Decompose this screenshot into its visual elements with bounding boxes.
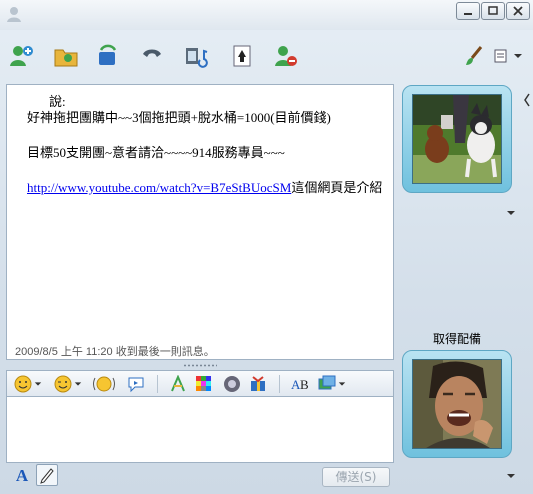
contact-picture-menu-icon[interactable] [507, 211, 515, 215]
toolbar-separator [157, 375, 158, 393]
snapshot-icon [318, 375, 336, 390]
games-icon [233, 45, 251, 67]
dogs-photo [413, 95, 501, 183]
my-photo [412, 359, 502, 449]
link-suffix: 這個網頁是介紹 [291, 180, 383, 195]
contact-photo [412, 94, 502, 184]
background-button[interactable] [193, 374, 215, 394]
wink-button[interactable] [53, 374, 83, 394]
text-mode-icon: A [15, 466, 29, 485]
my-picture-menu-icon[interactable] [507, 474, 515, 478]
close-button[interactable] [506, 2, 530, 20]
chevron-down-icon [513, 54, 522, 58]
font-button[interactable] [167, 374, 189, 394]
invite-contact-button[interactable] [8, 42, 36, 70]
voice-call-icon [143, 49, 161, 57]
title-bar [0, 0, 533, 30]
show-menu-button[interactable] [490, 42, 524, 70]
message-line: http://www.youtube.com/watch?v=B7eStBUoc… [27, 177, 382, 196]
close-icon [513, 6, 523, 16]
message-line: 好神拖把團購中~~3個拖把頭+脫水桶=1000(目前價錢) [27, 110, 331, 125]
format-toolbar: AB [6, 370, 394, 397]
emoticon-icon [14, 375, 32, 393]
text-mode-button[interactable]: A [12, 466, 32, 486]
handwriting-mode-button[interactable] [36, 464, 58, 486]
block-contact-icon [275, 46, 297, 66]
video-call-icon [99, 44, 117, 65]
invite-contact-icon [10, 46, 33, 66]
sound-button[interactable] [221, 374, 243, 394]
voice-clip-button[interactable] [125, 374, 147, 394]
message-input[interactable] [6, 397, 394, 463]
nudge-icon [93, 376, 115, 392]
splitter-grip[interactable] [183, 364, 217, 367]
block-contact-button[interactable] [272, 42, 300, 70]
translate-icon: AB [291, 377, 309, 392]
emoticon-button[interactable] [13, 374, 43, 394]
my-display-picture[interactable] [402, 350, 512, 458]
collapse-panel-button[interactable] [521, 88, 533, 112]
chevron-down-icon [338, 382, 346, 386]
font-icon [171, 375, 185, 392]
chevron-left-icon [524, 93, 530, 107]
messenger-buddy-icon [7, 7, 21, 22]
share-files-button[interactable] [52, 42, 80, 70]
pencil-icon [40, 468, 54, 484]
theme-button[interactable] [460, 42, 488, 70]
activities-button[interactable] [182, 42, 210, 70]
minimize-icon [464, 13, 472, 15]
chevron-down-icon [74, 382, 82, 386]
last-message-status: 2009/8/5 上午 11:20 收到最後一則訊息。 [15, 346, 215, 358]
nudge-button[interactable] [91, 374, 117, 394]
svg-text:B: B [300, 377, 309, 392]
man-face-photo [413, 360, 501, 448]
send-button[interactable]: 傳送(S) [322, 467, 390, 487]
paint-brush-icon [466, 46, 483, 65]
contact-display-picture[interactable] [402, 85, 512, 193]
games-button[interactable] [228, 42, 256, 70]
show-menu-icon [494, 49, 506, 63]
maximize-button[interactable] [481, 2, 505, 20]
conversation-history[interactable]: 說: 好神拖把團購中~~3個拖把頭+脫水桶=1000(目前價錢) 目標50支開團… [6, 84, 394, 360]
share-files-icon [54, 49, 78, 67]
main-toolbar [0, 32, 533, 80]
chevron-down-icon [34, 382, 42, 386]
wink-icon [54, 375, 72, 393]
sound-icon [224, 376, 240, 392]
gift-button[interactable] [247, 374, 269, 394]
self-picture-caption: 取得配備 [432, 332, 481, 346]
activities-icon [186, 48, 208, 68]
voice-call-button[interactable] [138, 42, 166, 70]
message-line: 目標50支開團~意者請洽~~~~914服務專員~~~ [27, 145, 285, 160]
toolbar-separator [279, 375, 280, 393]
maximize-icon [488, 6, 498, 15]
voice-clip-icon [128, 377, 144, 393]
minimize-button[interactable] [456, 2, 480, 20]
youtube-link[interactable]: http://www.youtube.com/watch?v=B7eStBUoc… [27, 180, 291, 195]
translate-button[interactable]: AB [289, 374, 313, 394]
background-icon [196, 376, 211, 391]
snapshot-button[interactable] [317, 374, 347, 394]
gift-icon [251, 376, 265, 391]
video-call-button[interactable] [94, 42, 122, 70]
